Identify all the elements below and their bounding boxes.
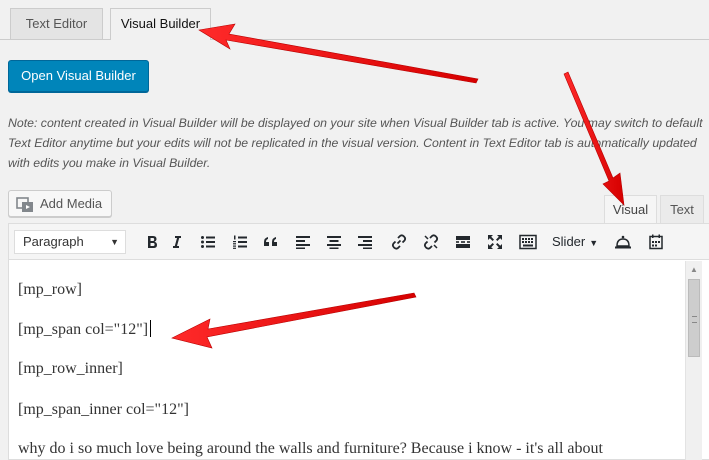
content-line: [mp_row] bbox=[18, 281, 82, 298]
read-more-button[interactable] bbox=[451, 230, 475, 254]
bulleted-list-button[interactable] bbox=[196, 230, 220, 254]
calendar-icon[interactable] bbox=[644, 230, 668, 254]
add-media-button[interactable]: Add Media bbox=[8, 190, 112, 217]
scroll-up-icon[interactable]: ▲ bbox=[686, 263, 702, 277]
align-right-button[interactable] bbox=[353, 230, 377, 254]
slider-dropdown-label: Slider bbox=[552, 234, 586, 249]
tab-visual-builder[interactable]: Visual Builder bbox=[110, 8, 211, 40]
insert-link-button[interactable] bbox=[387, 230, 411, 254]
content-line: [mp_row_inner] bbox=[18, 360, 123, 377]
tab-visual[interactable]: Visual bbox=[604, 195, 657, 223]
shortcode-button[interactable] bbox=[611, 230, 635, 254]
remove-link-button[interactable] bbox=[419, 230, 443, 254]
add-media-label: Add Media bbox=[40, 196, 103, 211]
content-line: why do i so much love being around the w… bbox=[18, 440, 603, 457]
content-line: [mp_span_inner col="12"] bbox=[18, 401, 189, 418]
editor-scrollbar[interactable]: ▲ bbox=[685, 261, 702, 460]
open-visual-builder-button[interactable]: Open Visual Builder bbox=[8, 60, 149, 92]
tab-text-editor[interactable]: Text Editor bbox=[10, 8, 103, 39]
align-center-button[interactable] bbox=[322, 230, 346, 254]
text-caret bbox=[150, 320, 152, 337]
scrollbar-thumb[interactable] bbox=[688, 279, 700, 357]
toolbar-toggle-button[interactable] bbox=[516, 230, 540, 254]
blockquote-button[interactable] bbox=[259, 230, 283, 254]
tab-text[interactable]: Text bbox=[660, 195, 704, 223]
visual-builder-note: Note: content created in Visual Builder … bbox=[8, 116, 703, 170]
italic-button[interactable] bbox=[165, 230, 189, 254]
content-line: [mp_span col="12"] bbox=[18, 320, 152, 339]
chevron-down-icon: ▼ bbox=[110, 237, 119, 247]
format-select-value: Paragraph bbox=[23, 234, 84, 249]
tabs-divider bbox=[0, 39, 709, 40]
format-select[interactable]: Paragraph ▼ bbox=[14, 230, 126, 254]
align-left-button[interactable] bbox=[291, 230, 315, 254]
bold-button[interactable] bbox=[140, 230, 164, 254]
editor-toolbar: Paragraph ▼ Slider ▼ bbox=[9, 224, 709, 260]
chevron-down-icon: ▼ bbox=[589, 238, 599, 248]
annotation-arrow bbox=[198, 23, 479, 84]
fullscreen-button[interactable] bbox=[483, 230, 507, 254]
numbered-list-button[interactable] bbox=[228, 230, 252, 254]
media-icon bbox=[16, 196, 34, 221]
slider-dropdown[interactable]: Slider ▼ bbox=[552, 230, 598, 254]
